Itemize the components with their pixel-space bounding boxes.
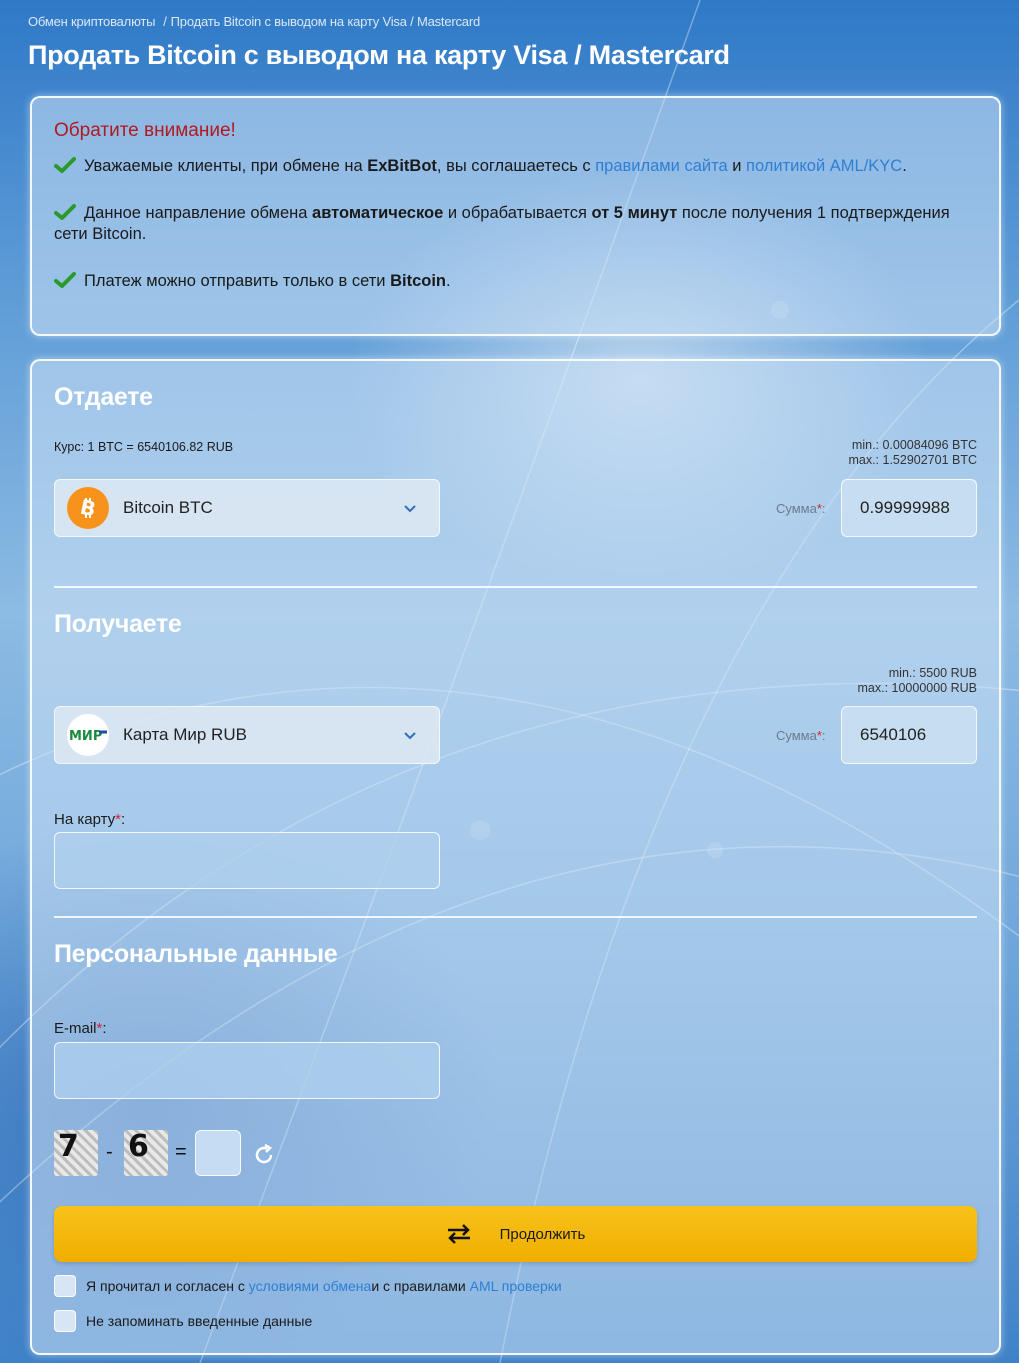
captcha-digit-b: 6 — [124, 1130, 168, 1176]
no-remember-label: Не запоминать введенные данные — [86, 1313, 313, 1329]
notice-text: Платеж можно отправить только в сети — [84, 272, 391, 290]
no-remember-checkbox[interactable] — [54, 1310, 76, 1332]
notice-item-automatic: Данное направление обмена автоматическое… — [54, 203, 977, 245]
agree-text: и с правилами — [371, 1278, 466, 1294]
continue-button-label: Продолжить — [499, 1225, 586, 1243]
notice-text: и — [727, 157, 747, 175]
agree-text: Я прочитал и согласен с — [86, 1278, 245, 1294]
breadcrumb-home-link[interactable]: Обмен криптовалюты — [28, 14, 155, 29]
captcha-equals: = — [175, 1141, 187, 1163]
aml-check-link[interactable]: AML проверки — [470, 1278, 562, 1294]
get-min: min.: 5500 RUB — [888, 666, 977, 680]
notice-text: , вы соглашаетесь с — [436, 157, 596, 175]
breadcrumb-current: Продать Bitcoin с выводом на карту Visa … — [170, 14, 481, 29]
swap-arrows-icon — [447, 1224, 470, 1244]
give-max: max.: 1.52902701 BTC — [848, 453, 977, 467]
get-currency-label: Карта Мир RUB — [123, 725, 247, 744]
captcha-digit-a: 7 — [54, 1130, 98, 1176]
refresh-icon[interactable] — [252, 1143, 276, 1167]
get-amount-input[interactable] — [841, 706, 977, 764]
exchange-terms-link[interactable]: условиями обмена — [249, 1278, 372, 1294]
page-title: Продать Bitcoin с выводом на карту Visa … — [28, 40, 730, 70]
give-currency-label: Bitcoin BTC — [123, 498, 213, 517]
breadcrumb: Обмен криптовалюты / Продать Bitcoin с выв… — [28, 14, 480, 29]
get-section-title: Получаете — [54, 610, 182, 638]
agree-terms-checkbox[interactable] — [54, 1275, 76, 1297]
section-divider — [54, 916, 977, 918]
card-label: На карту*: — [54, 811, 126, 828]
give-sum-label: Сумма*: — [776, 501, 826, 516]
give-limits: min.: 0.00084096 BTC max.: 1.52902701 BT… — [848, 438, 977, 468]
bitcoin-icon: B — [67, 487, 109, 529]
chevron-down-icon — [404, 732, 416, 740]
notice-item-rules: Уважаемые клиенты, при обмене на ExBitBo… — [54, 156, 977, 177]
exchange-rate: Курс: 1 BTC = 6540106.82 RUB — [54, 440, 234, 454]
notice-bold: Bitcoin — [390, 272, 446, 290]
get-sum-label: Сумма*: — [776, 728, 826, 743]
check-icon — [54, 157, 76, 173]
notice-title: Обратите внимание! — [54, 120, 236, 141]
exchange-form: Отдаете Курс: 1 BTC = 6540106.82 RUB min… — [30, 359, 1001, 1355]
card-number-input[interactable] — [54, 832, 440, 889]
agree-terms-row: Я прочитал и согласен с условиями обмена… — [54, 1275, 562, 1297]
give-min: min.: 0.00084096 BTC — [851, 438, 977, 452]
give-amount-input[interactable] — [841, 479, 977, 537]
email-label: E-mail*: — [54, 1020, 107, 1037]
check-icon — [54, 204, 76, 220]
notice-text: и обрабатывается — [443, 204, 592, 222]
notice-item-network: Платеж можно отправить только в сети Bit… — [54, 271, 977, 292]
captcha-operator: - — [106, 1141, 113, 1163]
site-rules-link[interactable]: правилами сайта — [595, 157, 727, 175]
aml-policy-link[interactable]: политикой AML/KYC — [746, 157, 902, 175]
breadcrumb-separator: / — [163, 14, 167, 29]
give-currency-select[interactable]: B Bitcoin BTC — [54, 479, 440, 537]
svg-text:B: B — [78, 495, 98, 521]
check-icon — [54, 272, 76, 288]
notice-text: . — [446, 272, 451, 290]
captcha-answer-input[interactable] — [195, 1130, 241, 1176]
svg-text:МИР: МИР — [69, 729, 102, 743]
give-section-title: Отдаете — [54, 383, 153, 411]
section-divider — [54, 586, 977, 588]
notice-panel: Обратите внимание! Уважаемые клиенты, пр… — [30, 96, 1001, 336]
notice-text: Данное направление обмена — [84, 204, 313, 222]
notice-text: Уважаемые клиенты, при обмене на — [84, 157, 368, 175]
no-remember-row: Не запоминать введенные данные — [54, 1310, 312, 1332]
get-limits: min.: 5500 RUB max.: 10000000 RUB — [857, 666, 977, 696]
get-currency-select[interactable]: МИР Карта Мир RUB — [54, 706, 440, 764]
mir-icon: МИР — [67, 714, 109, 756]
email-field[interactable] — [54, 1042, 440, 1099]
chevron-down-icon — [404, 505, 416, 513]
personal-section-title: Персональные данные — [54, 940, 338, 968]
continue-button[interactable]: Продолжить — [54, 1206, 977, 1262]
notice-bold: автоматическое — [312, 204, 444, 222]
notice-bold: от 5 минут — [591, 204, 678, 222]
notice-text: . — [902, 157, 907, 175]
get-max: max.: 10000000 RUB — [857, 681, 977, 695]
brand-name: ExBitBot — [367, 157, 437, 175]
